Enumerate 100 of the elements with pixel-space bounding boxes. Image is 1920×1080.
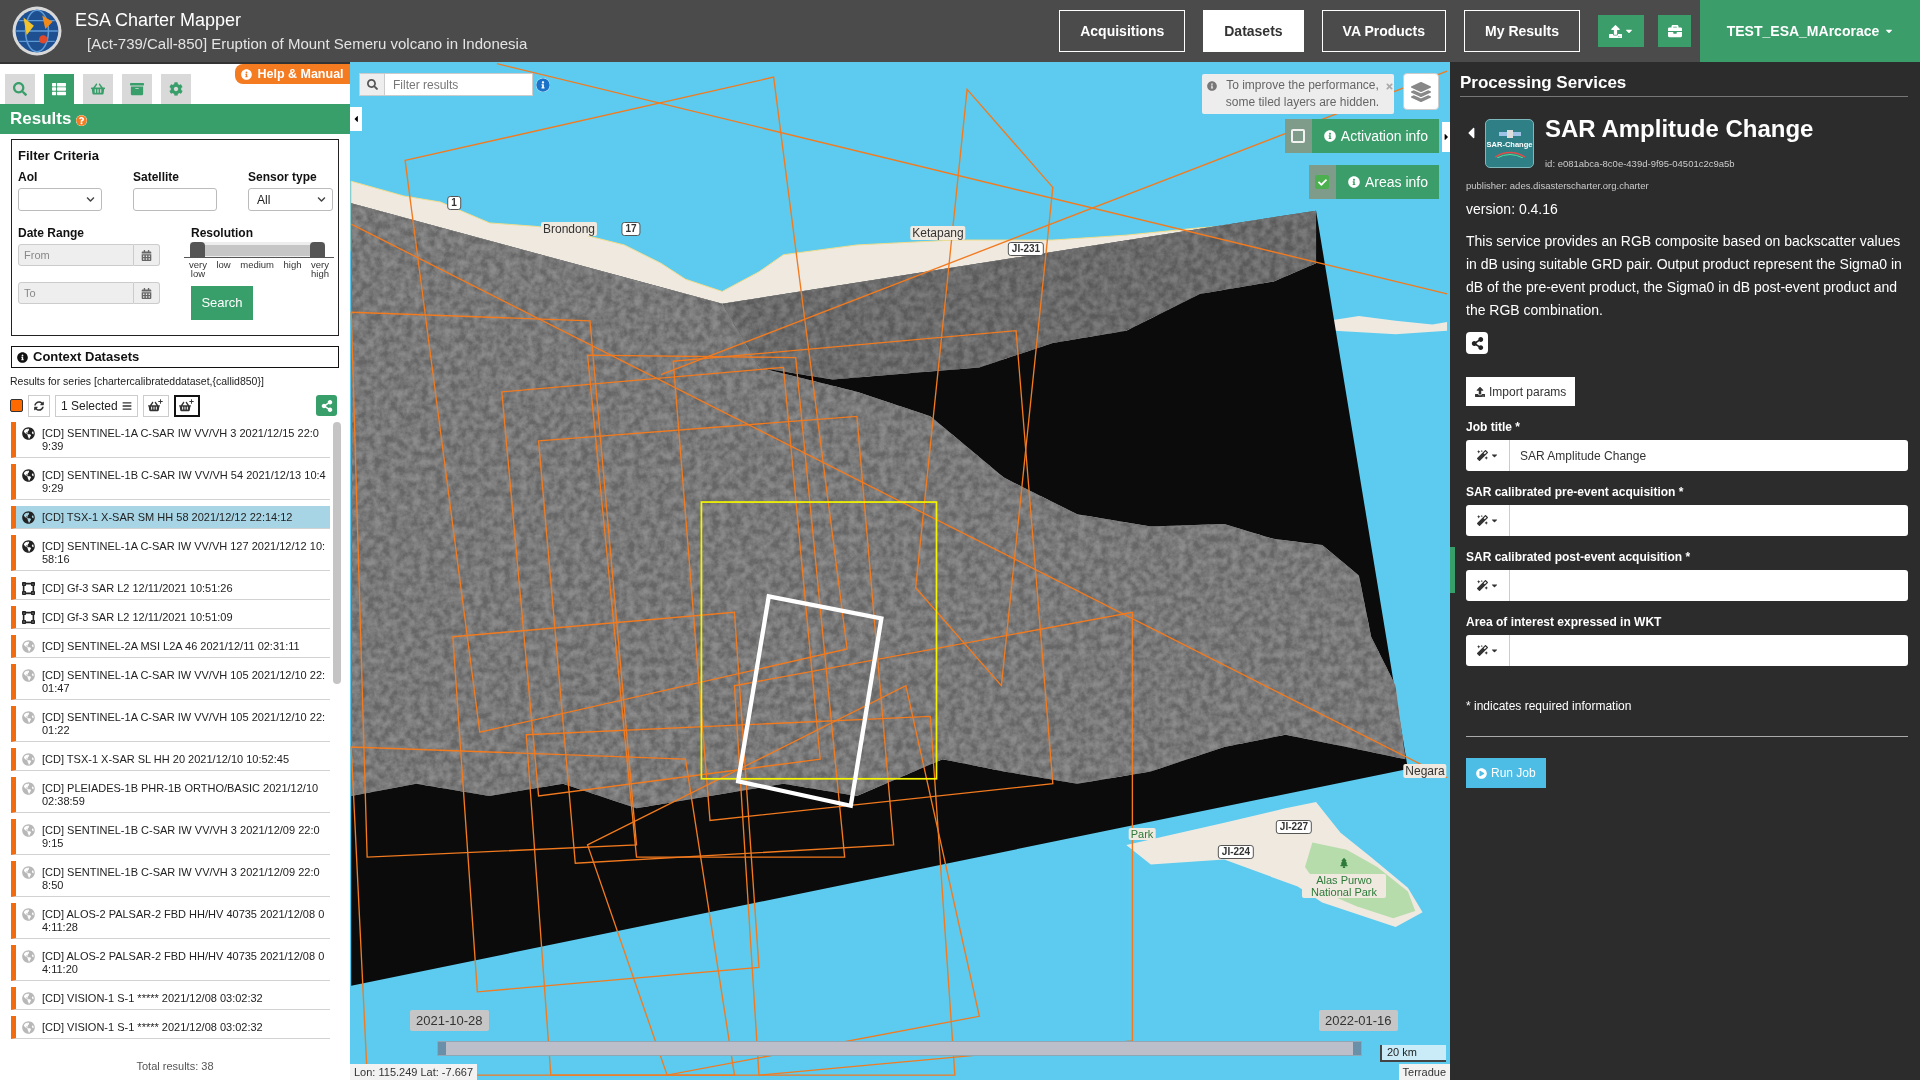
expand-panel-button[interactable] [1442,122,1450,152]
calendar-icon[interactable] [134,282,160,304]
result-item[interactable]: [CD] SENTINEL-1B C-SAR IW VV/VH 54 2021/12/13 10:49:29 [11,464,330,500]
info-icon [1323,130,1336,142]
result-item[interactable]: [CD] TSX-1 X-SAR SL HH 20 2021/12/10 10:52:45 [11,748,330,771]
tick-label: medium [240,260,274,269]
share-icon [1470,336,1484,350]
result-item[interactable]: [CD] SENTINEL-1B C-SAR IW VV/VH 3 2021/12/09 22:08:50 [11,861,330,897]
slider-handle[interactable] [190,242,205,257]
archive-icon [130,82,144,96]
info-icon [17,351,28,363]
range-handle[interactable] [438,1042,446,1055]
total-count: Total results: 38 [136,1058,214,1074]
result-item[interactable]: [CD] Gf-3 SAR L2 12/11/2021 10:51:26 [11,577,330,600]
field-label: Date Range [18,226,86,240]
road-number-sign: 17 [621,222,641,236]
timeline-date-label: 2021-10-28 [410,1010,489,1031]
check-icon [1317,177,1327,187]
road-number-sign: 1 [447,196,461,210]
caret-down-icon [1491,581,1498,590]
results-tab[interactable] [44,74,74,104]
timeline-track[interactable] [437,1041,1362,1056]
date-from-input[interactable]: From [18,244,134,266]
tick-label: very low [189,260,207,278]
caret-down-icon [1491,516,1498,525]
chevron-down-icon [86,195,95,204]
timeline-date-label: 2022-01-16 [1319,1010,1398,1031]
info-icon [241,68,253,80]
panel-resize-handle[interactable] [1450,547,1455,593]
sensor-type-select[interactable]: All [248,188,333,211]
result-item[interactable]: [CD] ALOS-2 PALSAR-2 FBD HH/HV 40735 2021/12/08 04:11:28 [11,903,330,939]
refresh-button[interactable] [28,394,50,417]
nav-button[interactable]: My Results [1464,10,1580,52]
layers-button[interactable] [1403,73,1439,110]
wand-dropdown-button[interactable] [1466,505,1510,536]
filter-input[interactable]: Filter results [385,73,533,96]
tick-label: high [283,260,302,269]
parameter-input[interactable] [1510,635,1908,666]
result-item[interactable]: [CD] SENTINEL-1A C-SAR IW VV/VH 3 2021/12/15 22:09:39 [11,422,330,458]
basket-icon [91,82,105,96]
wand-dropdown-button[interactable] [1466,440,1510,471]
briefcase-icon [1667,24,1682,38]
parameter-input[interactable]: SAR Amplitude Change [1510,440,1908,471]
help-icon[interactable] [76,114,88,126]
parameter-input[interactable] [1510,570,1908,601]
info-icon[interactable] [536,77,550,92]
tick-label: low [216,260,231,269]
menu-icon [121,400,132,411]
basket-tab[interactable] [83,74,113,104]
settings-tab[interactable] [161,74,191,104]
date-to-input[interactable]: To [18,282,134,304]
result-item[interactable]: [CD] SENTINEL-1B C-SAR IW VV/VH 3 2021/12/09 22:09:15 [11,819,330,855]
wand-dropdown-button[interactable] [1466,570,1510,601]
wand-dropdown-button[interactable] [1466,635,1510,666]
attribution-label: Terradue [1398,1064,1450,1080]
result-item[interactable]: [CD] SENTINEL-2A MSI L2A 46 2021/12/11 02:31:11 [11,635,330,658]
upload-icon [1475,386,1485,397]
selection-menu-button[interactable]: 1 Selected [55,394,138,417]
briefcase-button[interactable] [1658,15,1691,47]
result-item[interactable]: [CD] ALOS-2 PALSAR-2 FBD HH/HV 40735 2021/12/08 04:11:20 [11,945,330,981]
slider-handle[interactable] [310,242,325,257]
section-heading: Results [10,108,72,131]
notice-text: To improve the performance, some tiled layers are hidden. [1224,77,1381,111]
result-item[interactable]: [CD] SENTINEL-1A C-SAR IW VV/VH 105 2021/12/10 22:01:22 [11,706,330,742]
calendar-icon[interactable] [134,244,160,266]
toggle-checkbox[interactable] [1315,175,1330,189]
nav-button[interactable]: Datasets [1203,10,1304,52]
road-number-sign: JI-224 [1217,845,1255,859]
swatch-icon [10,399,23,412]
result-item[interactable]: [CD] VISION-1 S-1 ***** 2021/12/08 03:02:32 [11,1016,330,1039]
close-icon[interactable] [1385,82,1394,91]
upload-icon [1609,24,1622,38]
satellite-input[interactable] [133,188,217,211]
aoi-select[interactable] [18,188,102,211]
globe-logo-icon [12,6,62,56]
result-item[interactable]: [CD] PLEIADES-1B PHR-1B ORTHO/BASIC 2021/12/10 02:38:59 [11,777,330,813]
wand-icon [1477,515,1488,526]
info-icon [1207,81,1217,91]
add-to-basket-button[interactable] [173,394,200,417]
result-item[interactable]: [CD] SENTINEL-1A C-SAR IW VV/VH 105 2021/12/10 22:01:47 [11,664,330,700]
search-tab[interactable] [5,74,35,104]
parameter-input[interactable] [1510,505,1908,536]
tick-label: very high [311,260,329,278]
share-button[interactable] [1466,332,1488,354]
collapse-sidebar-button[interactable] [350,107,362,131]
result-item[interactable]: [CD] Gf-3 SAR L2 12/11/2021 10:51:09 [11,606,330,629]
range-handle[interactable] [1353,1042,1361,1055]
nav-button[interactable]: VA Products [1321,10,1447,52]
upload-menu-button[interactable] [1598,15,1644,47]
search-icon [359,73,385,96]
field-label: Area of interest expressed in WKT [1466,615,1663,630]
result-item[interactable]: [CD] TSX-1 X-SAR SM HH 58 2021/12/12 22:14:12 [11,506,330,529]
coordinates-readout: Lon: 115.249 Lat: -7.667 [350,1064,478,1080]
app-title: ESA Charter Mapper [75,9,243,31]
nav-button[interactable]: Acquisitions [1059,10,1186,52]
import-params-button[interactable]: Import params [1466,377,1576,406]
archive-tab[interactable] [122,74,152,104]
toggle-checkbox[interactable] [1291,129,1306,143]
result-item[interactable]: [CD] SENTINEL-1A C-SAR IW VV/VH 127 2021/12/12 10:58:16 [11,535,330,571]
result-item[interactable]: [CD] VISION-1 S-1 ***** 2021/12/08 03:02:32 [11,987,330,1010]
